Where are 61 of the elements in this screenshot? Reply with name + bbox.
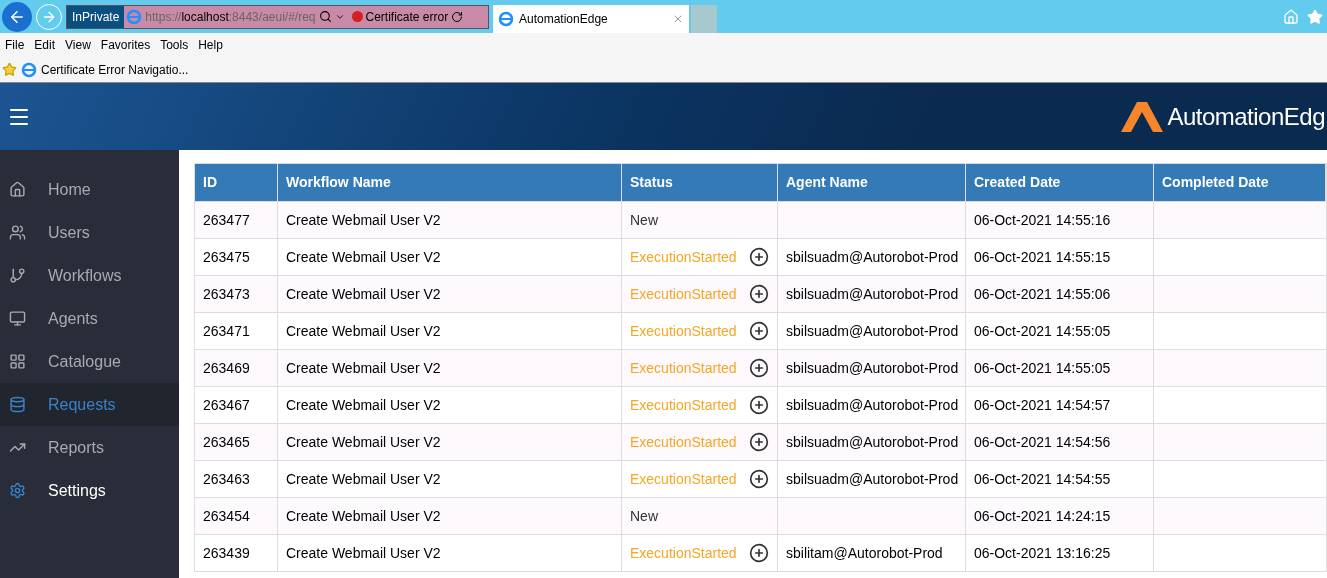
url-text: https://localhost:8443/aeui/#/req	[145, 8, 316, 26]
menu-item[interactable]: Edit	[29, 36, 61, 54]
branch-icon	[9, 267, 26, 284]
star-icon[interactable]	[1307, 8, 1323, 25]
browser-icon	[21, 61, 37, 78]
status-text: ExecutionStarted	[630, 284, 737, 304]
status-text: ExecutionStarted	[630, 358, 737, 378]
browser-icon	[126, 8, 143, 25]
status-text: New	[630, 210, 658, 230]
search-icon	[318, 10, 332, 23]
grid-icon	[9, 353, 26, 370]
expand-icon[interactable]	[749, 432, 769, 452]
close-icon[interactable]	[672, 13, 684, 25]
table-cell: sbilitam@Autorobot-Prod	[778, 535, 966, 571]
status-text: ExecutionStarted	[630, 395, 737, 415]
status-text: ExecutionStarted	[630, 469, 737, 489]
sidebar-item[interactable]: Users	[0, 211, 179, 254]
sidebar-item[interactable]: Reports	[0, 426, 179, 469]
favorite-link[interactable]: Certificate Error Navigatio...	[21, 60, 189, 79]
sidebar-item[interactable]: Workflows	[0, 254, 179, 297]
expand-icon[interactable]	[749, 469, 769, 489]
sidebar-item[interactable]: Agents	[0, 297, 179, 340]
status-text: New	[630, 506, 658, 526]
sidebar-item[interactable]: Home	[0, 168, 179, 211]
sidebar-item[interactable]: Requests	[0, 383, 179, 426]
expand-icon[interactable]	[749, 358, 769, 378]
status-text: ExecutionStarted	[630, 543, 737, 563]
address-bar[interactable]: https://localhost:8443/aeui/#/req Certificate error	[124, 5, 488, 28]
browser-icon	[498, 11, 514, 27]
browser-tab[interactable]: AutomationEdge	[493, 5, 689, 33]
logo-icon	[1121, 101, 1164, 132]
error-icon	[351, 11, 363, 22]
menu-item[interactable]: Tools	[155, 36, 194, 54]
settings-icon	[9, 482, 26, 499]
inprivate-badge: InPrivate	[67, 5, 125, 28]
back-button[interactable]	[2, 1, 32, 32]
expand-icon[interactable]	[749, 284, 769, 304]
menu-item[interactable]: View	[60, 36, 96, 54]
logo-text: AutomationEdg	[1167, 101, 1325, 132]
menu-item[interactable]: Help	[193, 36, 228, 54]
expand-icon[interactable]	[749, 395, 769, 415]
table-cell: 06-Oct-2021 13:16:25	[966, 535, 1154, 571]
menu-item[interactable]: Favorites	[95, 36, 156, 54]
expand-icon[interactable]	[749, 543, 769, 563]
expand-icon[interactable]	[749, 321, 769, 341]
users-icon	[9, 224, 26, 241]
table-cell: 263439	[195, 535, 278, 571]
status-text: ExecutionStarted	[630, 321, 737, 341]
table-cell: Create Webmail User V2	[278, 535, 622, 571]
sidebar-item[interactable]: Catalogue	[0, 340, 179, 383]
status-text: ExecutionStarted	[630, 432, 737, 452]
tab-title: AutomationEdge	[519, 11, 609, 28]
status-text: ExecutionStarted	[630, 247, 737, 267]
menu-item[interactable]: File	[0, 36, 30, 54]
database-icon	[9, 396, 26, 413]
certificate-error[interactable]: Certificate error	[365, 7, 449, 26]
expand-icon[interactable]	[749, 247, 769, 267]
monitor-icon	[9, 310, 26, 327]
sidebar-item[interactable]: Settings	[0, 469, 179, 512]
refresh-icon[interactable]	[451, 10, 464, 23]
home-icon	[9, 181, 26, 198]
